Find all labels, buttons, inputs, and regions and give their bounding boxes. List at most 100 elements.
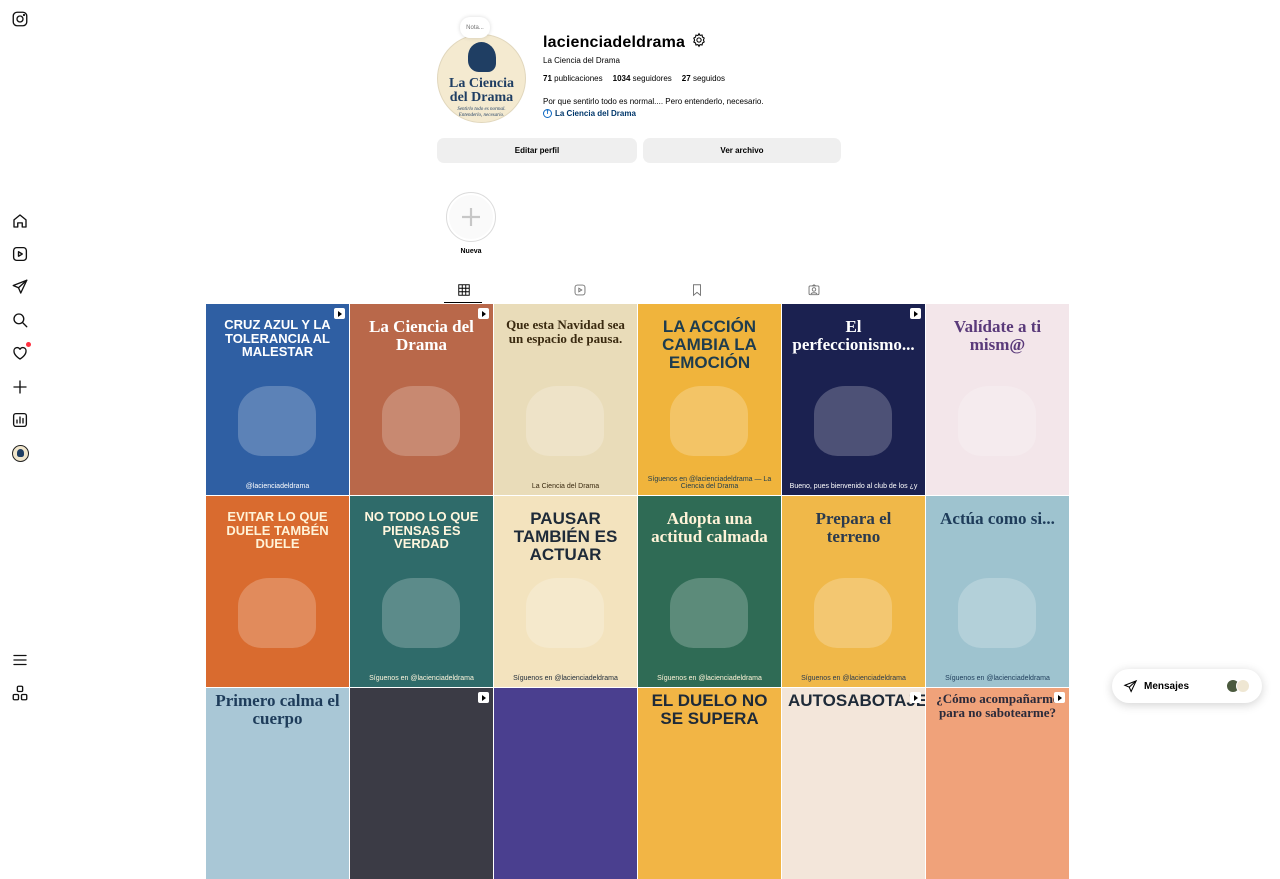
post-footer: @lacienciadeldrama	[245, 483, 310, 490]
post-tile[interactable]: Actúa como si... Síguenos en @lacienciade…	[926, 496, 1069, 687]
avatar-logo-line2: del Drama	[449, 90, 514, 105]
sidebar-nav	[0, 0, 40, 718]
post-caption: Valídate a ti mism@	[953, 317, 1042, 354]
profile-stats: 71 publicaciones 1034 seguidores 27 segu…	[543, 74, 725, 83]
post-tile[interactable]: Primero calma el cuerpo	[206, 688, 349, 879]
profile-avatar[interactable]	[10, 443, 30, 463]
more-menu-icon[interactable]	[10, 650, 30, 670]
post-illustration	[670, 578, 748, 648]
tab-posts[interactable]	[454, 280, 474, 300]
reel-badge-icon	[478, 692, 489, 703]
post-tile[interactable]: ¿Cómo acompañarme para no sabotearme?	[926, 688, 1069, 879]
create-icon[interactable]	[10, 377, 30, 397]
post-illustration	[526, 578, 604, 648]
post-tile[interactable]	[494, 688, 637, 879]
post-tile[interactable]: La Ciencia del Drama	[350, 304, 493, 495]
posts-stat: 71 publicaciones	[543, 74, 603, 83]
post-footer: Síguenos en @lacienciadeldrama	[657, 675, 762, 682]
username: lacienciadeldrama	[543, 33, 686, 51]
post-illustration	[238, 386, 316, 456]
reel-badge-icon	[478, 308, 489, 319]
post-illustration	[958, 386, 1036, 456]
posts-grid: CRUZ AZUL Y LA TOLERANCIA AL MALESTAR @la…	[206, 304, 1071, 879]
settings-gear-icon[interactable]	[691, 32, 707, 53]
post-illustration	[958, 578, 1036, 648]
messages-icon	[1123, 679, 1138, 693]
notifications-icon[interactable]	[10, 342, 31, 363]
facebook-link[interactable]: f La Ciencia del Drama	[543, 109, 636, 118]
post-caption: LA ACCIÓN CAMBIA LA EMOCIÓN	[662, 317, 757, 372]
tagged-icon	[808, 284, 820, 296]
facebook-link-text: La Ciencia del Drama	[555, 109, 636, 118]
followers-stat[interactable]: 1034 seguidores	[613, 74, 672, 83]
post-tile[interactable]: NO TODO LO QUE PIENSAS ES VERDAD Síguenos…	[350, 496, 493, 687]
tab-saved[interactable]	[687, 280, 707, 300]
post-footer: Síguenos en @lacienciadeldrama	[369, 675, 474, 682]
post-caption: AUTOSABOTAJE	[788, 691, 925, 710]
post-caption: PAUSAR TAMBIÉN ES ACTUAR	[513, 509, 618, 564]
avatar-tagline: Sentirlo todo es normal. Entenderlo, nec…	[457, 107, 506, 118]
post-caption: La Ciencia del Drama	[369, 317, 474, 354]
avatar-logo-line1: La Ciencia	[449, 76, 514, 91]
reel-badge-icon	[910, 692, 921, 703]
post-tile[interactable]: AUTOSABOTAJE	[782, 688, 925, 879]
new-highlight[interactable]: Nueva	[446, 192, 496, 255]
post-caption: CRUZ AZUL Y LA TOLERANCIA AL MALESTAR	[224, 317, 331, 360]
post-footer: Síguenos en @lacienciadeldrama	[945, 675, 1050, 682]
following-stat[interactable]: 27 seguidos	[682, 74, 725, 83]
username-row: lacienciadeldrama	[543, 32, 707, 53]
edit-profile-button[interactable]: Editar perfil	[437, 138, 637, 163]
post-tile[interactable]: PAUSAR TAMBIÉN ES ACTUAR Síguenos en @lac…	[494, 496, 637, 687]
post-caption: EL DUELO NO SE SUPERA	[651, 691, 768, 728]
post-illustration	[670, 386, 748, 456]
post-footer: La Ciencia del Drama	[531, 483, 600, 490]
new-highlight-label: Nueva	[460, 248, 482, 255]
tab-reels[interactable]	[570, 280, 590, 300]
post-illustration	[238, 578, 316, 648]
post-tile[interactable]: Que esta Navidad sea un espacio de pausa…	[494, 304, 637, 495]
notification-dot	[26, 342, 31, 347]
post-caption: El perfeccionismo...	[792, 317, 915, 354]
post-caption: ¿Cómo acompañarme para no sabotearme?	[936, 691, 1059, 720]
search-icon[interactable]	[10, 310, 30, 330]
view-archive-button[interactable]: Ver archivo	[643, 138, 841, 163]
post-footer: Síguenos en @lacienciadeldrama	[801, 675, 906, 682]
profile-bio: Por que sentirlo todo es normal.... Pero…	[543, 97, 764, 106]
messages-icon[interactable]	[10, 277, 30, 297]
messages-button[interactable]: Mensajes	[1112, 669, 1262, 703]
post-illustration	[814, 386, 892, 456]
note-bubble[interactable]: Nota...	[460, 17, 490, 38]
post-tile[interactable]: CRUZ AZUL Y LA TOLERANCIA AL MALESTAR @la…	[206, 304, 349, 495]
dashboard-icon[interactable]	[10, 410, 30, 430]
post-tile[interactable]: LA ACCIÓN CAMBIA LA EMOCIÓN Síguenos en @…	[638, 304, 781, 495]
post-tile[interactable]: El perfeccionismo... Bueno, pues bienveni…	[782, 304, 925, 495]
post-caption: EVITAR LO QUE DUELE TAMBÉN DUELE	[226, 509, 329, 552]
saved-icon	[693, 284, 701, 297]
post-caption: Actúa como si...	[940, 509, 1055, 528]
tab-tagged[interactable]	[804, 280, 824, 300]
post-illustration	[382, 386, 460, 456]
reels-icon	[574, 284, 586, 296]
post-tile[interactable]: Prepara el terreno Síguenos en @laciencia…	[782, 496, 925, 687]
post-tile[interactable]: Valídate a ti mism@	[926, 304, 1069, 495]
also-from-meta-icon[interactable]	[10, 683, 30, 703]
post-caption: Adopta una actitud calmada	[651, 509, 768, 546]
instagram-logo-icon[interactable]	[10, 9, 30, 29]
reel-badge-icon	[910, 308, 921, 319]
avatar	[1236, 679, 1250, 693]
home-icon[interactable]	[10, 211, 30, 231]
facebook-icon: f	[543, 109, 552, 118]
post-tile[interactable]	[350, 688, 493, 879]
post-tile[interactable]: EL DUELO NO SE SUPERA	[638, 688, 781, 879]
profile-picture[interactable]: La Ciencia del Drama Sentirlo todo es no…	[437, 34, 526, 123]
post-caption: Primero calma el cuerpo	[215, 691, 340, 728]
post-caption: Que esta Navidad sea un espacio de pausa…	[506, 317, 625, 346]
reel-badge-icon	[334, 308, 345, 319]
post-tile[interactable]: Adopta una actitud calmada Síguenos en @l…	[638, 496, 781, 687]
post-tile[interactable]: EVITAR LO QUE DUELE TAMBÉN DUELE	[206, 496, 349, 687]
profile-tabs	[206, 276, 1071, 304]
posts-grid-icon	[458, 284, 470, 296]
reels-icon[interactable]	[10, 244, 30, 264]
head-logo-icon	[468, 42, 496, 72]
post-illustration	[526, 386, 604, 456]
